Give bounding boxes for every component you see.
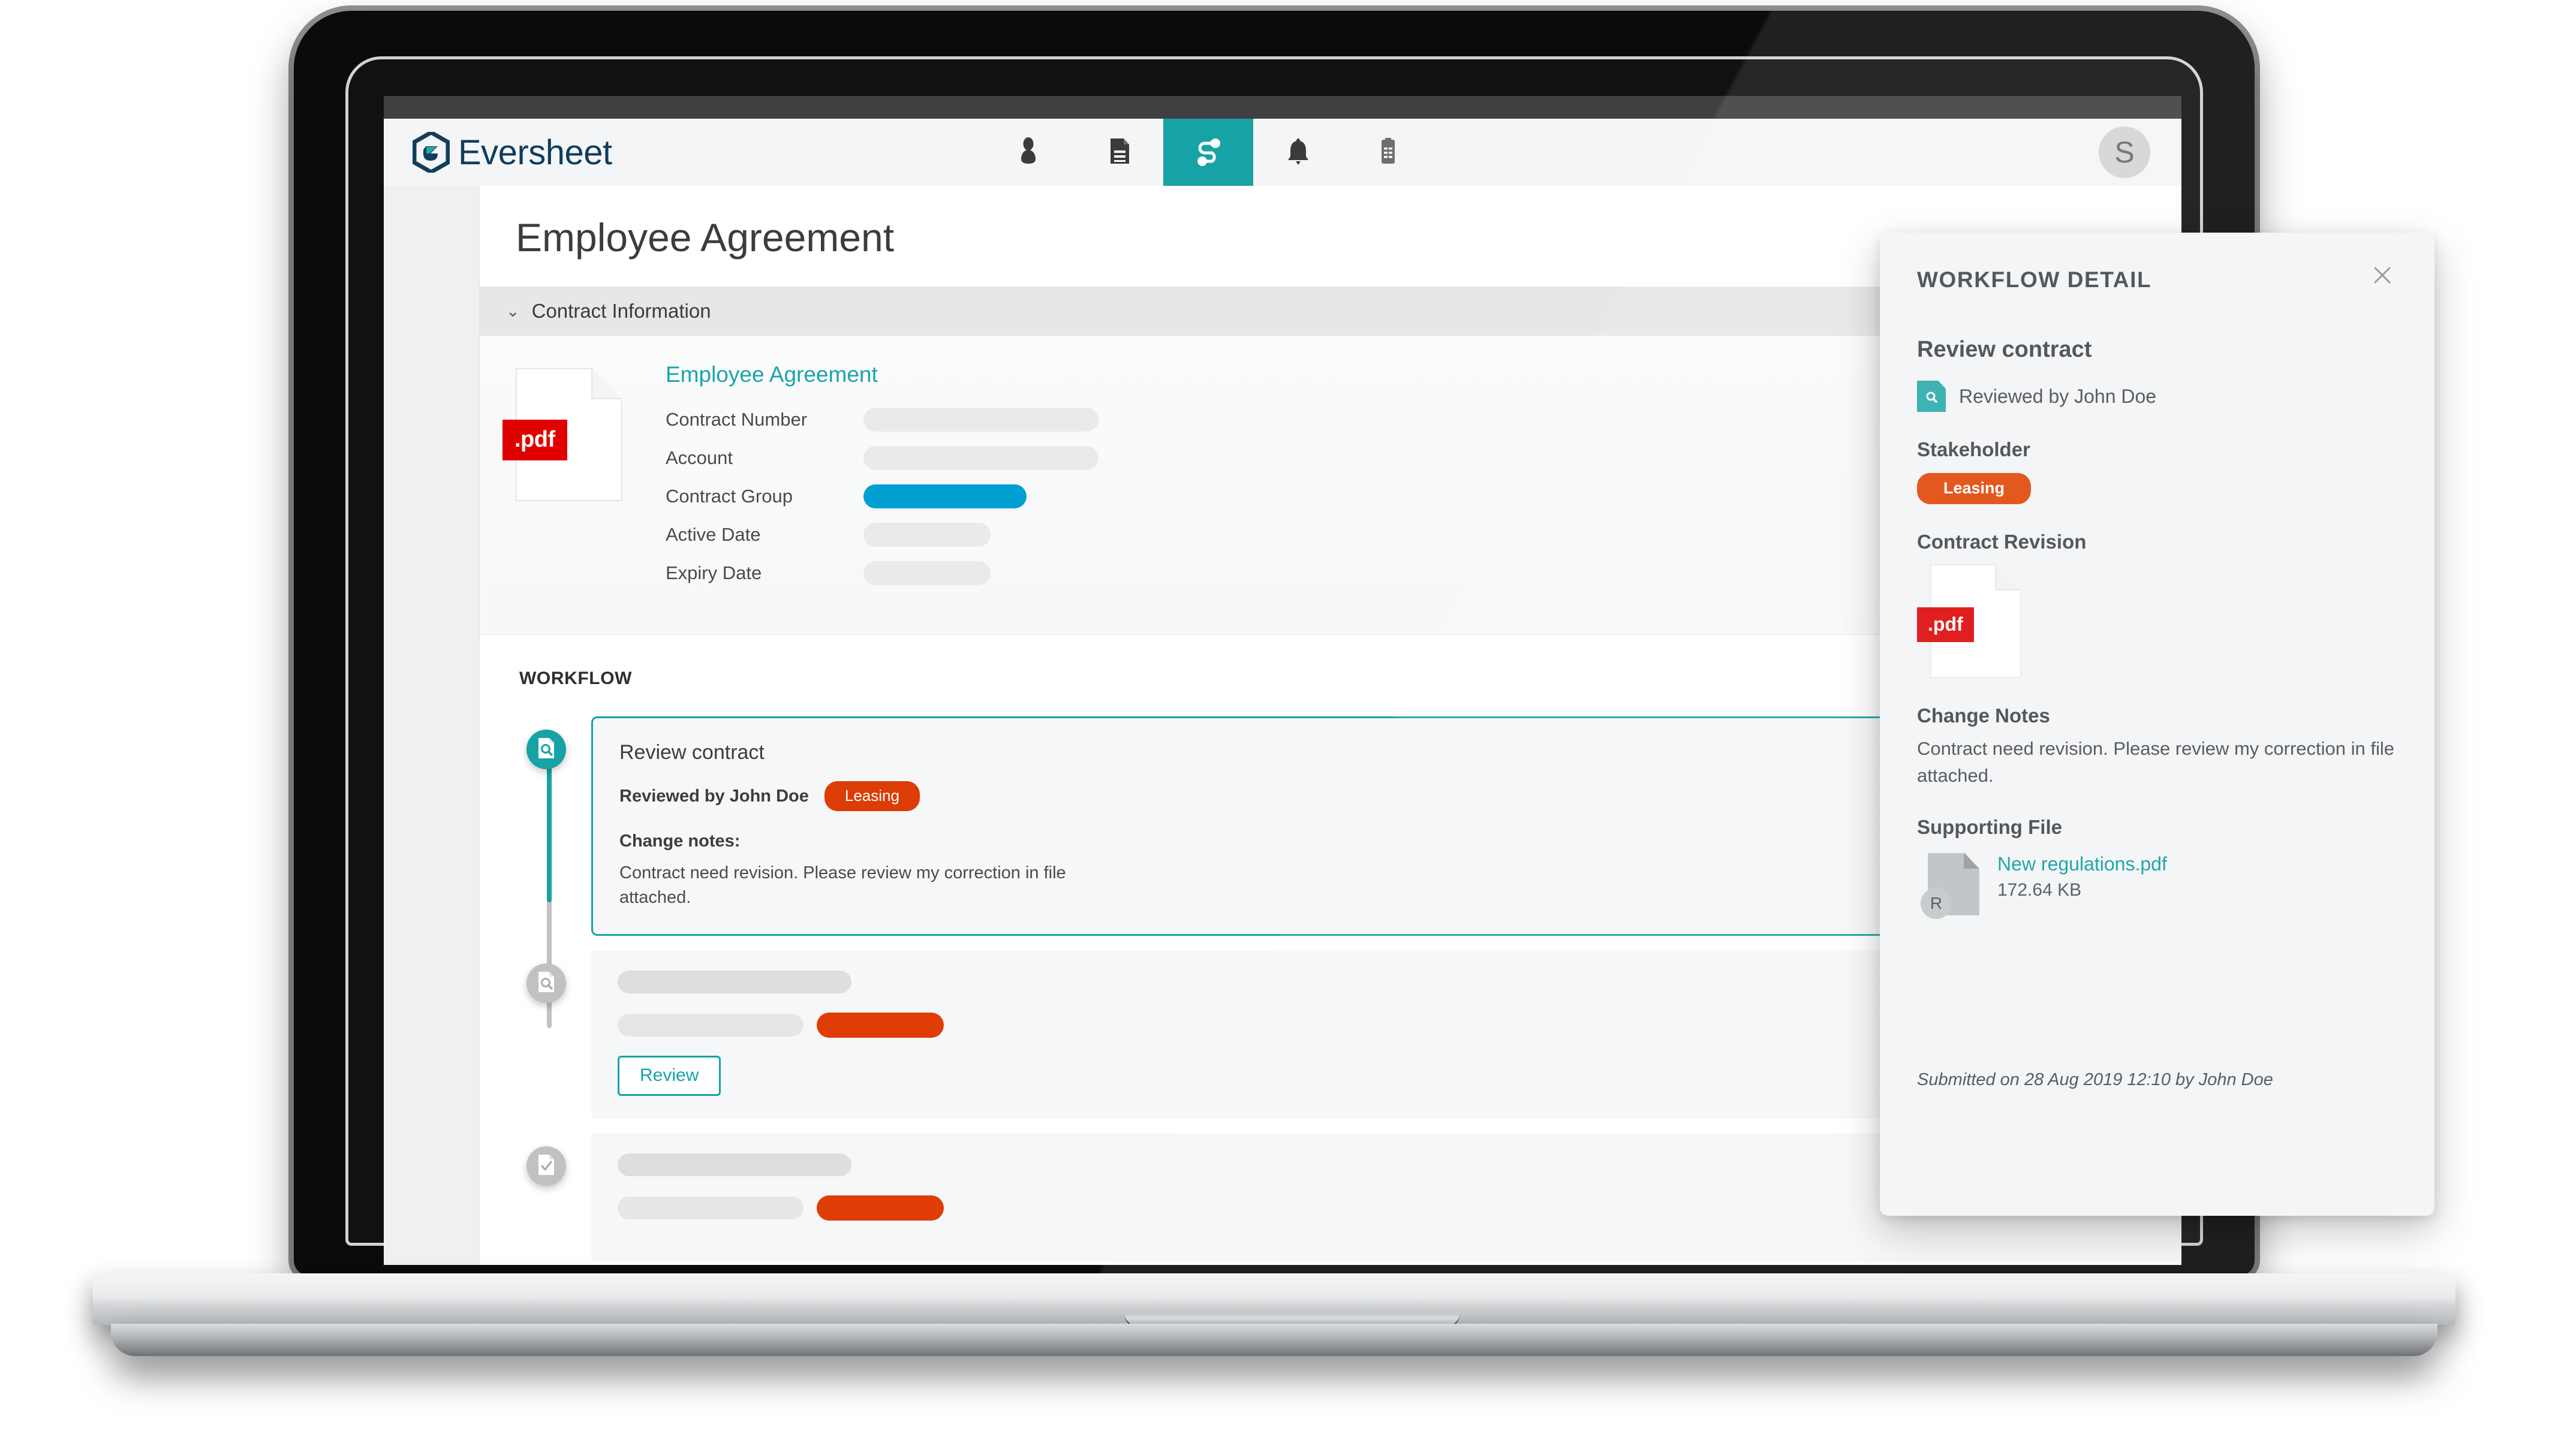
field-value-placeholder: [863, 561, 991, 585]
file-badge: R: [1921, 887, 1952, 919]
workflow-icon: [1191, 134, 1226, 171]
nav-item-tasks[interactable]: [1343, 119, 1433, 186]
detail-change-notes-text: Contract need revision. Please review my…: [1917, 738, 2395, 786]
pdf-fold-corner: [591, 368, 622, 399]
document-search-icon: [535, 737, 557, 763]
header-actions: S: [2045, 126, 2181, 185]
field-label: Contract Group: [666, 486, 793, 507]
bell-icon: [1281, 134, 1316, 171]
primary-nav: [983, 119, 1433, 186]
brand-name: Eversheet: [458, 132, 612, 172]
close-button[interactable]: [2367, 261, 2397, 291]
file-icon: R: [1921, 852, 1979, 919]
document-search-icon: [1917, 381, 1946, 412]
pdf-file-icon[interactable]: .pdf: [502, 368, 622, 501]
nav-item-notifications[interactable]: [1253, 119, 1343, 186]
step-reviewer: Reviewed by John Doe: [619, 786, 809, 806]
detail-submitted-line: Submitted on 28 Aug 2019 12:10 by John D…: [1917, 1070, 2273, 1089]
nav-item-workflow[interactable]: [1163, 119, 1253, 186]
stakeholder-badge: Leasing: [824, 781, 920, 811]
supporting-file-name[interactable]: New regulations.pdf: [1997, 853, 2167, 875]
app-header: Eversheet S: [384, 119, 2181, 186]
pdf-extension-tag: .pdf: [1917, 607, 1974, 642]
timeline-node-pending[interactable]: [526, 963, 566, 1004]
placeholder-line: [618, 971, 851, 994]
change-notes-text: Contract need revision. Please review my…: [619, 863, 1066, 908]
review-button[interactable]: Review: [618, 1056, 721, 1096]
field-value-placeholder: [863, 446, 1099, 470]
placeholder-line: [618, 1197, 804, 1220]
supporting-file-size: 172.64 KB: [1997, 879, 2082, 900]
document-search-icon: [535, 971, 557, 996]
placeholder-badge: [817, 1195, 944, 1221]
close-icon: [2372, 265, 2393, 288]
pdf-extension-tag: .pdf: [502, 420, 567, 460]
eversheet-logo-icon: [412, 129, 450, 175]
chevron-down-icon: ⌄: [506, 302, 520, 320]
avatar[interactable]: S: [2099, 126, 2150, 178]
field-value-highlight: [863, 484, 1027, 508]
timeline-rail-completed: [547, 752, 552, 902]
workflow-detail-panel: WORKFLOW DETAIL Review contract Reviewed…: [1880, 233, 2434, 1216]
clipboard-icon: [1371, 134, 1406, 171]
avatar-initial: S: [2114, 135, 2135, 169]
field-label: Account: [666, 447, 733, 468]
detail-change-notes-label: Change Notes: [1917, 704, 2050, 727]
placeholder-badge: [817, 1013, 944, 1038]
detail-revision-label: Contract Revision: [1917, 531, 2087, 553]
field-label: Expiry Date: [666, 562, 762, 583]
detail-supporting-file-label: Supporting File: [1917, 815, 2062, 838]
timeline-node-pending[interactable]: [526, 1146, 566, 1186]
settings-button[interactable]: [2045, 135, 2092, 185]
screenshot-stage: Eversheet S Employee Agreement ⌄ Contrac…: [0, 0, 2576, 1452]
supporting-file-text: New regulations.pdf 172.64 KB: [1997, 853, 2167, 900]
nav-item-documents[interactable]: [1073, 119, 1163, 186]
contract-revision-file-icon[interactable]: .pdf: [1917, 564, 2021, 678]
document-check-icon: [535, 1153, 557, 1179]
detail-stakeholder-label: Stakeholder: [1917, 438, 2030, 460]
field-value-placeholder: [863, 523, 991, 547]
detail-reviewer-row: Reviewed by John Doe: [1917, 381, 2397, 412]
document-icon: [1101, 134, 1136, 171]
timeline-node-active[interactable]: [526, 730, 566, 769]
file-fold-corner: [1964, 852, 1979, 869]
nav-item-contacts[interactable]: [983, 119, 1073, 186]
placeholder-line: [618, 1153, 851, 1177]
detail-step-name: Review contract: [1917, 337, 2092, 362]
detail-panel-header: WORKFLOW DETAIL: [1917, 267, 2397, 293]
field-label: Contract Number: [666, 409, 808, 430]
sidebar-rail: [384, 186, 480, 1265]
placeholder-line: [618, 1014, 804, 1037]
person-icon: [1011, 134, 1046, 171]
field-value-placeholder: [863, 408, 1099, 432]
section-label: Contract Information: [531, 300, 711, 322]
screen-bezel-band: [384, 96, 2181, 119]
brand[interactable]: Eversheet: [384, 129, 804, 175]
detail-reviewer-text: Reviewed by John Doe: [1959, 385, 2157, 407]
supporting-file-row[interactable]: R New regulations.pdf 172.64 KB: [1921, 852, 2397, 919]
field-label: Active Date: [666, 524, 761, 545]
detail-panel-title: WORKFLOW DETAIL: [1917, 267, 2152, 292]
laptop-base-front: [111, 1324, 2437, 1356]
detail-stakeholder-badge: Leasing: [1917, 473, 2032, 504]
